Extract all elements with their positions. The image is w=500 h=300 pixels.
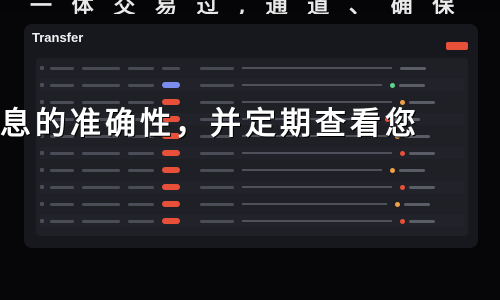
table-row[interactable] (40, 147, 464, 159)
table-cell (200, 185, 234, 189)
overlay-caption: 息的准确性，并定期查看您 (0, 98, 500, 142)
table-cell (200, 202, 234, 206)
table-cell-line (242, 152, 392, 154)
table-row[interactable] (40, 79, 464, 91)
status-dot (400, 150, 405, 156)
table-cell (128, 219, 154, 223)
table-cell (82, 151, 120, 155)
status-dot (390, 167, 395, 173)
table-cell-line (242, 203, 387, 205)
row-action-pill[interactable] (162, 184, 180, 190)
transfer-table (36, 58, 468, 236)
table-row[interactable] (40, 181, 464, 193)
table-cell (82, 83, 120, 87)
status-label (409, 151, 435, 155)
table-row[interactable] (40, 198, 464, 210)
table-cell (200, 83, 234, 87)
table-cell (200, 66, 234, 70)
table-cell (50, 83, 74, 87)
table-cell-line (242, 67, 392, 69)
table-header-row (40, 62, 464, 74)
table-cell (50, 66, 74, 70)
table-cell (82, 66, 120, 70)
status-dot (395, 201, 400, 207)
row-checkbox[interactable] (40, 83, 44, 87)
table-cell (128, 202, 154, 206)
table-cell (162, 66, 180, 70)
table-cell (128, 151, 154, 155)
row-action-pill[interactable] (162, 201, 180, 207)
status-dot (390, 82, 395, 88)
table-cell (128, 168, 154, 172)
row-checkbox[interactable] (40, 168, 44, 172)
table-cell (128, 66, 154, 70)
table-cell-line (242, 186, 392, 188)
table-cell (50, 151, 74, 155)
table-cell-line (242, 220, 392, 222)
row-action-pill[interactable] (162, 82, 180, 88)
row-checkbox[interactable] (40, 219, 44, 223)
table-cell (50, 168, 74, 172)
table-cell (50, 202, 74, 206)
row-checkbox[interactable] (40, 185, 44, 189)
table-cell (82, 202, 120, 206)
top-text-fragment: 一 体 交 易 过 , 通 道 、 确 保 (30, 0, 461, 14)
table-cell (50, 185, 74, 189)
row-checkbox[interactable] (40, 66, 44, 70)
overlay-caption-text: 息的准确性，并定期查看您 (0, 106, 420, 142)
status-label (399, 83, 425, 87)
status-label (400, 66, 426, 70)
status-label (404, 202, 430, 206)
status-dot (400, 218, 405, 224)
table-cell-line (242, 169, 382, 171)
table-cell (200, 168, 234, 172)
status-label (409, 219, 435, 223)
table-cell (50, 219, 74, 223)
primary-action-button[interactable] (446, 42, 468, 50)
status-label (399, 168, 425, 172)
status-label (409, 185, 435, 189)
table-cell (200, 151, 234, 155)
table-row[interactable] (40, 215, 464, 227)
row-action-pill[interactable] (162, 167, 180, 173)
table-cell-line (242, 84, 382, 86)
table-cell (128, 83, 154, 87)
table-cell (82, 168, 120, 172)
row-action-pill[interactable] (162, 150, 180, 156)
row-action-pill[interactable] (162, 218, 180, 224)
table-cell (82, 219, 120, 223)
top-text-strip: 一 体 交 易 过 , 通 道 、 确 保 (0, 0, 500, 14)
row-checkbox[interactable] (40, 202, 44, 206)
status-dot (400, 184, 405, 190)
table-row[interactable] (40, 164, 464, 176)
table-cell (200, 219, 234, 223)
row-checkbox[interactable] (40, 151, 44, 155)
table-cell (82, 185, 120, 189)
table-cell (128, 185, 154, 189)
page-title: Transfer (32, 30, 84, 45)
